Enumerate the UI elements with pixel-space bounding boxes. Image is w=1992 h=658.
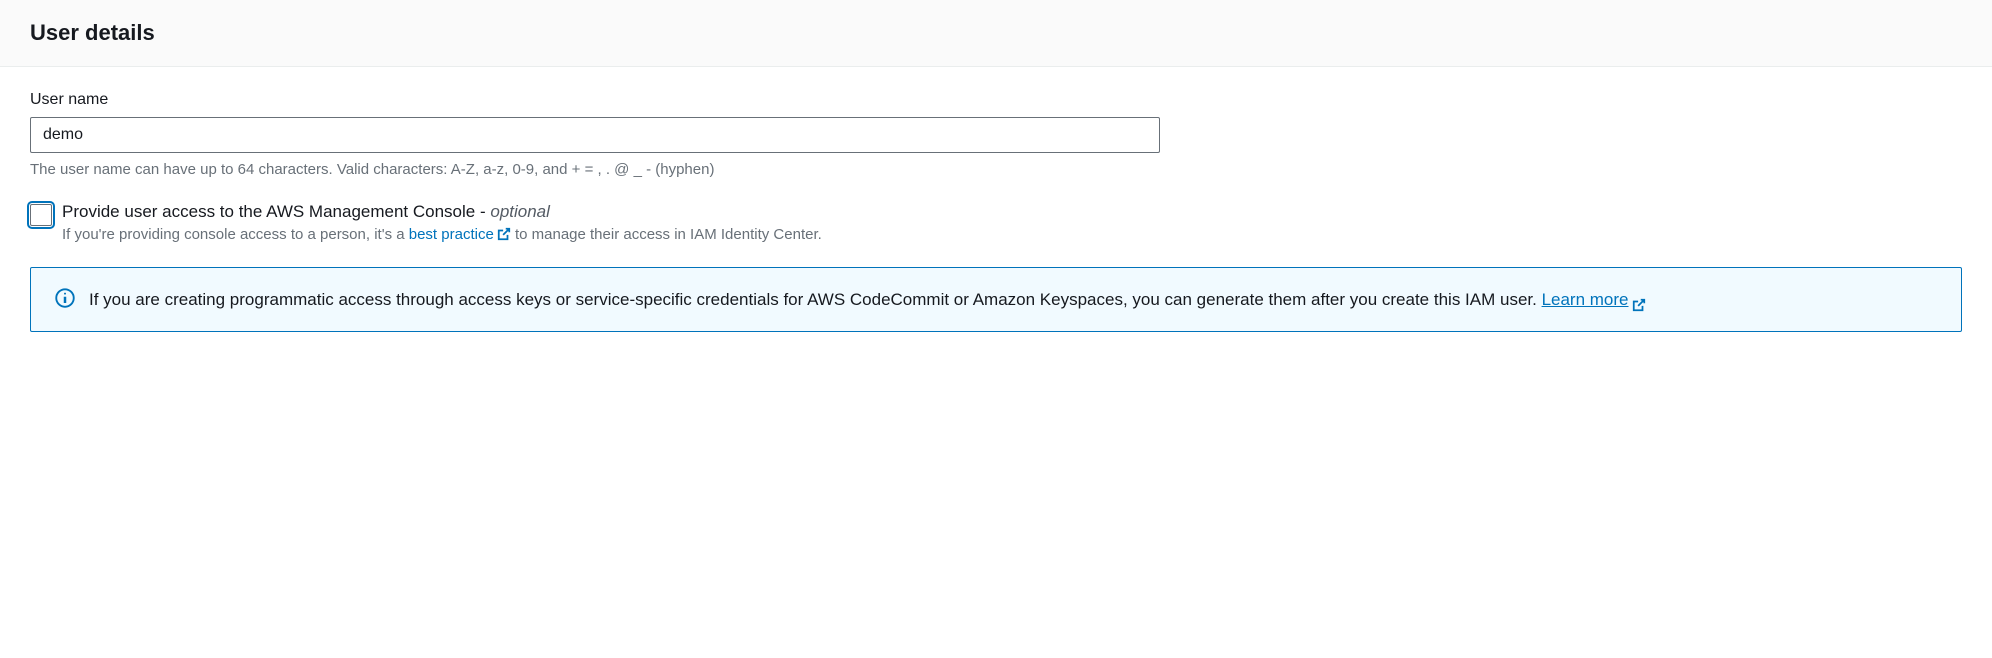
username-helper-text: The user name can have up to 64 characte… xyxy=(30,161,1962,178)
username-input[interactable] xyxy=(30,117,1160,153)
username-field-group: User name The user name can have up to 6… xyxy=(30,91,1962,178)
header-section: User details xyxy=(0,0,1992,67)
console-access-helper: If you're providing console access to a … xyxy=(62,226,1962,243)
external-link-icon xyxy=(497,227,511,241)
username-label: User name xyxy=(30,91,1962,109)
console-access-row: Provide user access to the AWS Managemen… xyxy=(30,202,1962,243)
external-link-icon xyxy=(1632,293,1646,307)
info-icon xyxy=(55,288,75,308)
console-access-label[interactable]: Provide user access to the AWS Managemen… xyxy=(62,202,550,221)
page-title: User details xyxy=(30,20,1962,46)
info-box: If you are creating programmatic access … xyxy=(30,267,1962,332)
info-text-body: If you are creating programmatic access … xyxy=(89,290,1542,309)
content-area: User name The user name can have up to 6… xyxy=(0,67,1992,356)
console-access-helper-prefix: If you're providing console access to a … xyxy=(62,226,409,243)
learn-more-link[interactable]: Learn more xyxy=(1542,290,1646,309)
best-practice-link[interactable]: best practice xyxy=(409,226,511,243)
console-access-helper-suffix: to manage their access in IAM Identity C… xyxy=(511,226,822,243)
info-text: If you are creating programmatic access … xyxy=(89,286,1937,313)
optional-tag: optional xyxy=(490,202,550,221)
console-access-checkbox-wrap xyxy=(30,204,52,226)
console-access-checkbox[interactable] xyxy=(30,204,52,226)
console-access-content: Provide user access to the AWS Managemen… xyxy=(62,202,1962,243)
console-access-label-text: Provide user access to the AWS Managemen… xyxy=(62,202,490,221)
